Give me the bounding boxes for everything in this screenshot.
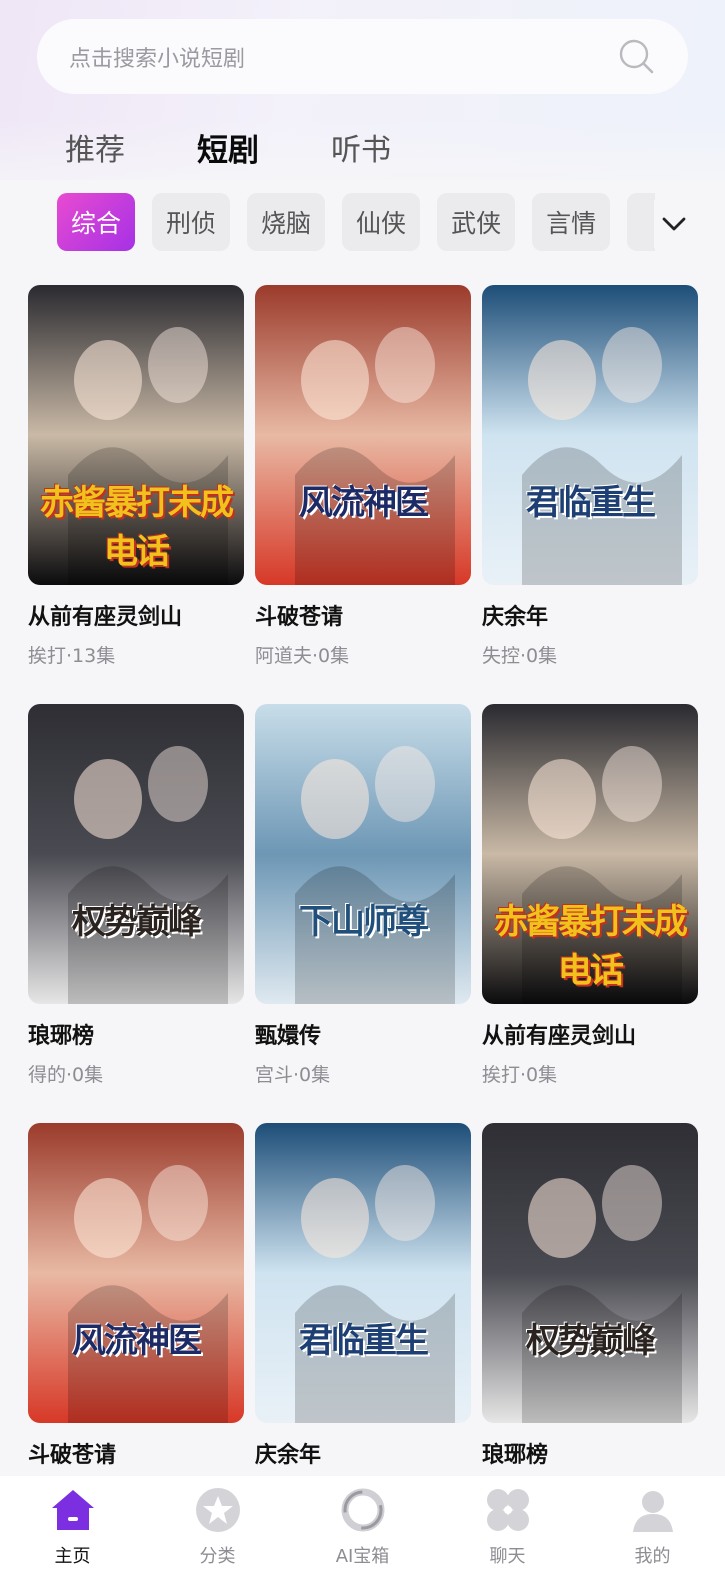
drama-card[interactable]: 风流神医斗破苍请	[28, 1123, 244, 1469]
chip-xianxia[interactable]: 仙侠	[342, 193, 421, 251]
cover-title-art: 君临重生	[299, 1321, 429, 1361]
cover-art	[482, 1123, 698, 1423]
cover-title-art: 下山师尊	[299, 902, 429, 942]
chip-romance[interactable]: 言情	[532, 193, 611, 251]
drama-meta: 挨打·0集	[482, 1064, 558, 1086]
ai-ring-icon	[341, 1488, 384, 1532]
drama-card[interactable]: 权势巅峰琅琊榜得的·0集	[28, 704, 244, 1087]
drama-title: 斗破苍请	[28, 1443, 117, 1468]
drama-title: 甄嬛传	[255, 1024, 322, 1049]
drama-card[interactable]: 权势巅峰琅琊榜	[482, 1123, 698, 1469]
cover-art	[482, 285, 698, 585]
cover-art	[28, 704, 244, 1004]
chip-mystery[interactable]: 烧脑	[247, 193, 326, 251]
drama-title: 从前有座灵剑山	[28, 605, 183, 630]
cover-art	[255, 285, 471, 585]
drama-cover[interactable]: 风流神医	[28, 1123, 244, 1423]
drama-title: 从前有座灵剑山	[482, 1024, 637, 1049]
drama-title: 琅琊榜	[482, 1443, 549, 1468]
drama-meta: 阿道夫·0集	[255, 645, 350, 667]
drama-cover[interactable]: 下山师尊	[255, 704, 471, 1004]
drama-cover[interactable]: 君临重生	[255, 1123, 471, 1423]
drama-title: 庆余年	[255, 1443, 322, 1468]
bottom-nav: 主页 分类 AI宝箱 聊天 我的	[0, 1476, 725, 1569]
drama-title: 庆余年	[482, 605, 549, 630]
chip-crime[interactable]: 刑侦	[152, 193, 231, 251]
tab-short-drama[interactable]: 短剧	[197, 125, 259, 170]
cover-title-art: 赤酱暴打未成电话	[40, 483, 234, 572]
nav-home-label: 主页	[54, 1546, 91, 1567]
star-icon	[195, 1488, 240, 1532]
drama-card[interactable]: 赤酱暴打未成电话从前有座灵剑山 挨打·13集	[28, 285, 244, 668]
search-icon[interactable]	[618, 38, 656, 76]
chip-wuxia[interactable]: 武侠	[437, 193, 516, 251]
nav-chat[interactable]: 聊天	[448, 1476, 568, 1568]
category-chips: 综合 刑侦 烧脑 仙侠 武侠 言情 总	[57, 193, 655, 253]
tab-audiobook[interactable]: 听书	[331, 125, 391, 169]
nav-category-label: 分类	[199, 1546, 236, 1567]
chip-all[interactable]: 综合	[57, 193, 136, 251]
drama-cover[interactable]: 赤酱暴打未成电话	[482, 704, 698, 1004]
drama-cover[interactable]: 权势巅峰	[482, 1123, 698, 1423]
drama-meta: 失控·0集	[482, 645, 558, 667]
expand-categories-button[interactable]	[654, 200, 694, 248]
nav-ai-box[interactable]: AI宝箱	[303, 1476, 423, 1568]
clover-icon	[486, 1489, 529, 1531]
drama-cover[interactable]: 风流神医	[255, 285, 471, 585]
chevron-down-icon	[662, 217, 686, 231]
cover-title-art: 风流神医	[299, 483, 429, 523]
drama-cover[interactable]: 权势巅峰	[28, 704, 244, 1004]
drama-cover[interactable]: 赤酱暴打未成电话	[28, 285, 244, 585]
cover-art	[255, 1123, 471, 1423]
nav-home[interactable]: 主页	[13, 1476, 133, 1568]
drama-meta: 宫斗·0集	[255, 1064, 331, 1086]
nav-ai-box-label: AI宝箱	[335, 1546, 390, 1567]
tab-recommend[interactable]: 推荐	[65, 125, 125, 169]
cover-title-art: 权势巅峰	[72, 902, 202, 942]
home-icon	[51, 1490, 94, 1530]
chip-ceo[interactable]: 总	[627, 193, 655, 251]
top-tabs: 推荐 短剧 听书	[65, 122, 463, 172]
cover-title-art: 君临重生	[526, 483, 656, 523]
search-bar[interactable]: 点击搜索小说短剧	[37, 19, 688, 94]
drama-title: 斗破苍请	[255, 605, 344, 630]
drama-title: 琅琊榜	[28, 1024, 95, 1049]
drama-card[interactable]: 下山师尊甄嬛传宫斗·0集	[255, 704, 471, 1087]
drama-meta: 挨打·13集	[28, 645, 116, 667]
search-placeholder: 点击搜索小说短剧	[69, 46, 246, 72]
cover-title-art: 风流神医	[72, 1321, 202, 1361]
drama-card[interactable]: 风流神医斗破苍请阿道夫·0集	[255, 285, 471, 668]
drama-cover[interactable]: 君临重生	[482, 285, 698, 585]
cover-art	[28, 1123, 244, 1423]
cover-title-art: 赤酱暴打未成电话	[494, 902, 688, 991]
cover-art	[255, 704, 471, 1004]
drama-meta: 得的·0集	[28, 1064, 104, 1086]
cover-title-art: 权势巅峰	[526, 1321, 656, 1361]
nav-chat-label: 聊天	[489, 1546, 526, 1567]
nav-profile[interactable]: 我的	[593, 1476, 713, 1568]
nav-profile-label: 我的	[634, 1546, 671, 1567]
nav-category[interactable]: 分类	[158, 1476, 278, 1568]
drama-card[interactable]: 君临重生庆余年	[255, 1123, 471, 1469]
drama-card[interactable]: 赤酱暴打未成电话从前有座灵剑山 挨打·0集	[482, 704, 698, 1087]
drama-card[interactable]: 君临重生庆余年失控·0集	[482, 285, 698, 668]
person-icon	[632, 1491, 673, 1532]
